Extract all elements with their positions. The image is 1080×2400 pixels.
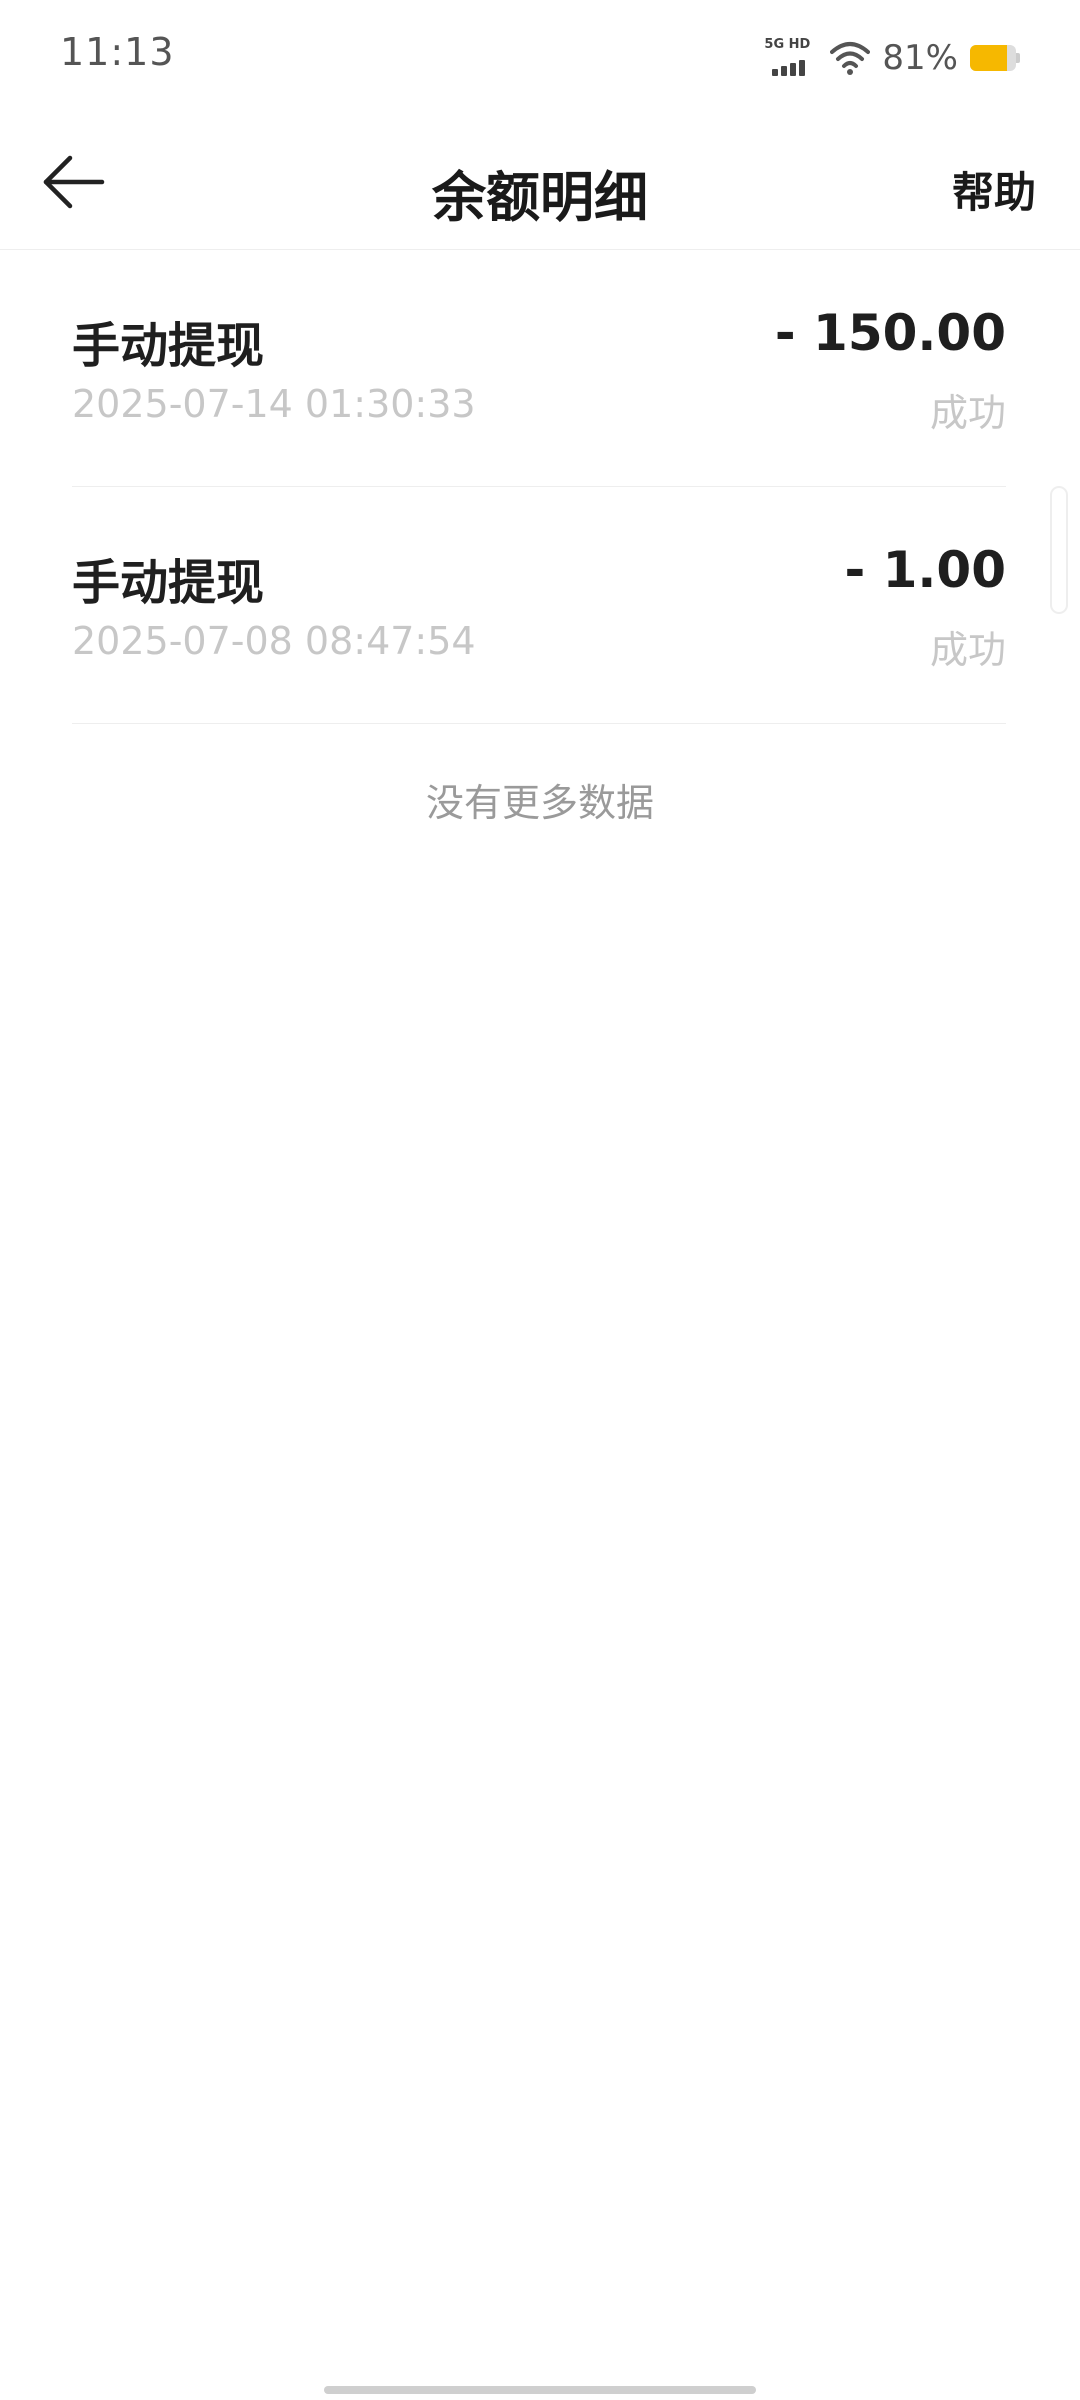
record-time: 2025-07-14 01:30:33: [72, 382, 476, 426]
battery-fill: [970, 45, 1008, 71]
help-button[interactable]: 帮助: [952, 159, 1036, 220]
record-status: 成功: [929, 391, 1006, 435]
list-item[interactable]: 手动提现 2025-07-14 01:30:33 - 150.00 成功: [72, 250, 1006, 487]
record-amount: - 150.00: [774, 304, 1006, 362]
status-bar: 11:13 5G HD 81%: [0, 0, 1080, 115]
arrow-left-icon: [43, 155, 105, 209]
record-status: 成功: [929, 628, 1006, 672]
wifi-icon: [830, 42, 871, 75]
record-time: 2025-07-08 08:47:54: [72, 619, 476, 663]
scrollbar-thumb[interactable]: [1050, 486, 1068, 614]
signal-bars: [772, 60, 808, 76]
battery-percent: 81%: [882, 38, 958, 78]
no-more-data-text: 没有更多数据: [425, 781, 654, 825]
balance-record-list: 手动提现 2025-07-14 01:30:33 - 150.00 成功 手动提…: [72, 250, 1006, 724]
status-time: 11:13: [60, 30, 175, 74]
cellular-signal-icon: 5G HD: [764, 38, 816, 78]
home-indicator[interactable]: [324, 2386, 756, 2394]
status-indicators: 5G HD 81%: [764, 36, 1020, 80]
record-amount: - 1.00: [844, 541, 1006, 599]
back-button[interactable]: [36, 149, 112, 215]
nav-bar: 余额明细 帮助: [0, 115, 1080, 250]
record-title: 手动提现: [72, 318, 265, 374]
record-title: 手动提现: [72, 555, 265, 611]
battery-icon: [970, 45, 1020, 71]
page-title: 余额明细: [432, 166, 648, 229]
list-item[interactable]: 手动提现 2025-07-08 08:47:54 - 1.00 成功: [72, 487, 1006, 724]
network-type-label: 5G HD: [764, 37, 811, 52]
